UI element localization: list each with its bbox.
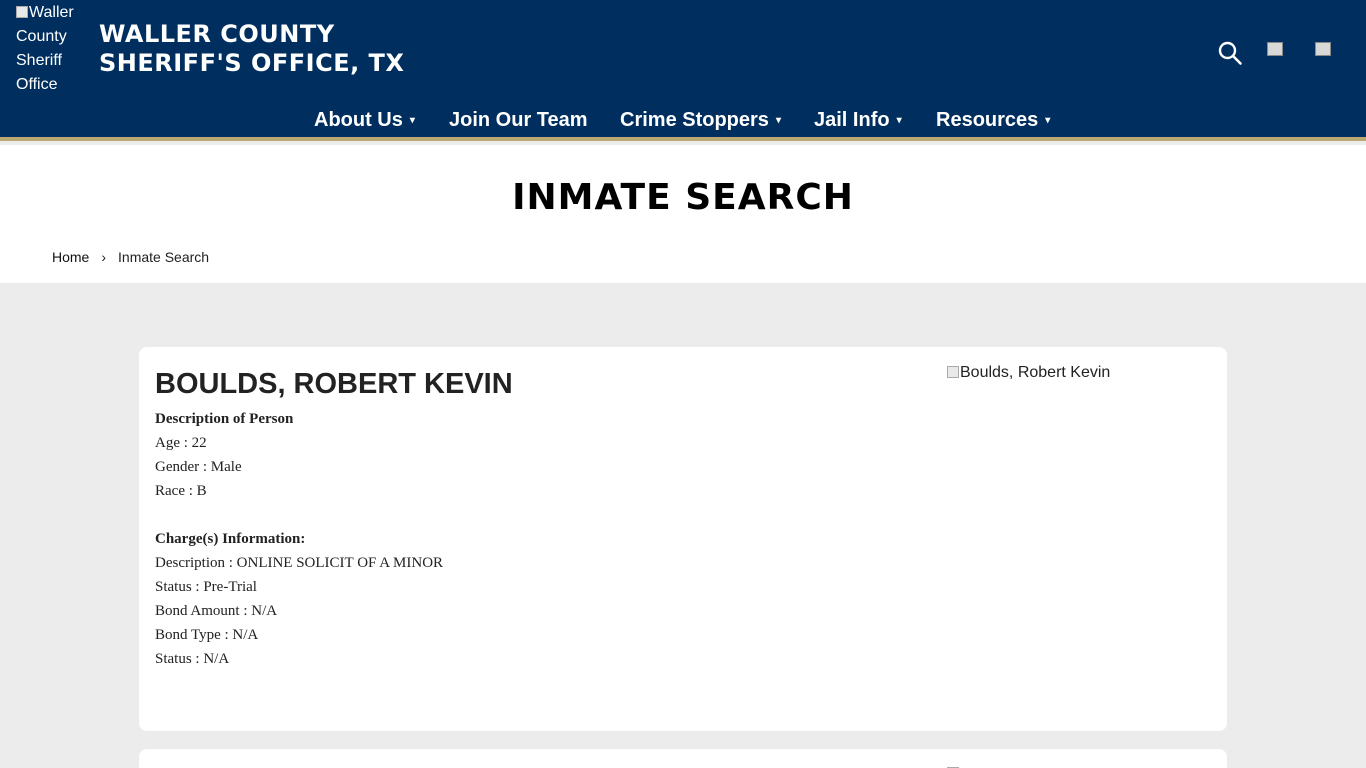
caret-down-icon: ▾	[1045, 115, 1051, 126]
charge-status: Status : Pre-Trial	[155, 579, 257, 595]
charges-heading: Charge(s) Information:	[155, 531, 306, 547]
charge-description: Description : ONLINE SOLICIT OF A MINOR	[155, 555, 444, 571]
nav-item-label: Crime Stoppers	[620, 109, 769, 131]
site-logo[interactable]: Waller County Sheriff Office	[16, 1, 90, 97]
inmate-gender: Gender : Male	[155, 459, 242, 475]
nav-item-join-our-team[interactable]: Join Our Team	[449, 105, 588, 135]
search-button[interactable]	[1217, 40, 1243, 66]
breadcrumb-current: Inmate Search	[118, 249, 210, 265]
main-nav: About Us ▾ Join Our Team Crime Stoppers ▾ …	[0, 105, 1366, 135]
bond-amount: Bond Amount : N/A	[155, 603, 278, 619]
site-title-line1: WALLER COUNTY	[99, 20, 335, 48]
caret-down-icon: ▾	[896, 115, 902, 126]
page-title: INMATE SEARCH	[512, 177, 854, 218]
inmate-photo: Boulds, Robert Kevin	[947, 364, 1110, 382]
nav-item-resources[interactable]: Resources ▾	[936, 105, 1050, 136]
caret-down-icon: ▾	[409, 115, 415, 126]
description-heading: Description of Person	[155, 411, 294, 427]
inmate-age: Age : 22	[155, 435, 207, 451]
twitter-icon	[1315, 42, 1331, 56]
site-header: Waller County Sheriff Office WALLER COUN…	[0, 0, 1366, 141]
nav-item-label: Resources	[936, 109, 1039, 131]
breadcrumb: Home › Inmate Search	[52, 249, 209, 265]
inmate-race: Race : B	[155, 483, 207, 499]
inmate-card	[139, 749, 1227, 768]
caret-down-icon: ▾	[775, 115, 781, 126]
site-title[interactable]: WALLER COUNTY SHERIFF'S OFFICE, TX	[99, 20, 404, 78]
inmate-card: BOULDS, ROBERT KEVIN Description of Pers…	[139, 347, 1227, 731]
bond-type: Bond Type : N/A	[155, 627, 259, 643]
inmate-details: Description of Person Age : 22 Gender : …	[155, 407, 443, 671]
nav-item-label: Join Our Team	[449, 109, 588, 131]
search-icon	[1218, 41, 1242, 65]
broken-image-icon	[16, 6, 28, 18]
page-title-section: INMATE SEARCH Home › Inmate Search	[0, 145, 1366, 283]
inmate-status: Status : N/A	[155, 651, 230, 667]
breadcrumb-home-link[interactable]: Home	[52, 249, 89, 265]
nav-item-crime-stoppers[interactable]: Crime Stoppers ▾	[620, 105, 781, 136]
nav-item-label: About Us	[314, 109, 403, 131]
broken-image-icon	[947, 366, 959, 378]
nav-item-jail-info[interactable]: Jail Info ▾	[814, 105, 902, 136]
inmate-photo-alt: Boulds, Robert Kevin	[960, 364, 1111, 381]
inmate-name: BOULDS, ROBERT KEVIN	[155, 368, 513, 400]
nav-item-label: Jail Info	[814, 109, 890, 131]
chevron-right-icon: ›	[101, 249, 107, 265]
site-title-line2: SHERIFF'S OFFICE, TX	[99, 49, 405, 77]
nav-item-about-us[interactable]: About Us ▾	[314, 105, 415, 136]
facebook-link[interactable]	[1267, 42, 1289, 60]
facebook-icon	[1267, 42, 1283, 56]
twitter-link[interactable]	[1315, 42, 1337, 60]
